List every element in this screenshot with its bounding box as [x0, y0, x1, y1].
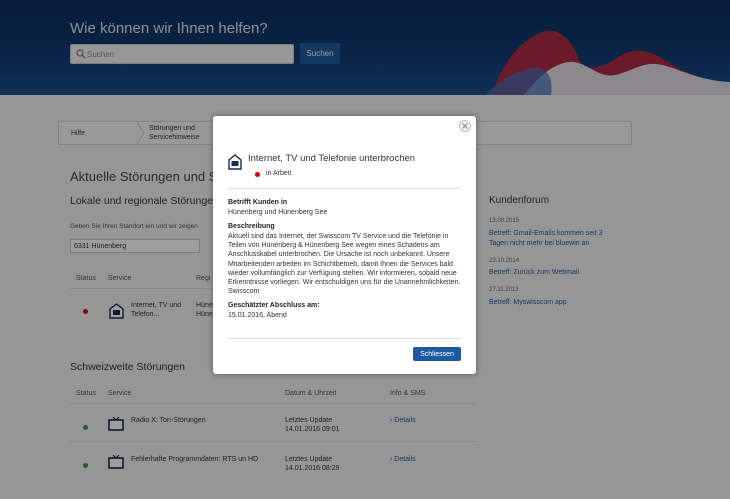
status-label: in Arbeit: [266, 170, 292, 177]
divider: [228, 338, 461, 339]
estimated-end-label: Geschätzter Abschluss am:: [228, 302, 320, 309]
outage-detail-dialog: Internet, TV und Telefonie unterbrochen …: [213, 116, 476, 374]
affected-value: Hünenberg und Hünenberg See: [228, 209, 328, 216]
close-icon[interactable]: [459, 120, 471, 132]
close-button[interactable]: Schliessen: [413, 347, 461, 361]
estimated-end-value: 15.01.2016, Abend: [228, 312, 287, 319]
house-icon: [228, 154, 242, 170]
dialog-title: Internet, TV und Telefonie unterbrochen: [248, 153, 416, 164]
description-label: Beschreibung: [228, 223, 275, 230]
divider: [228, 188, 461, 189]
affected-label: Betrifft Kunden in: [228, 199, 288, 206]
description-text: Aktuell sind das Internet, der Swisscom …: [228, 233, 461, 296]
status-in-progress-icon: [255, 172, 260, 177]
